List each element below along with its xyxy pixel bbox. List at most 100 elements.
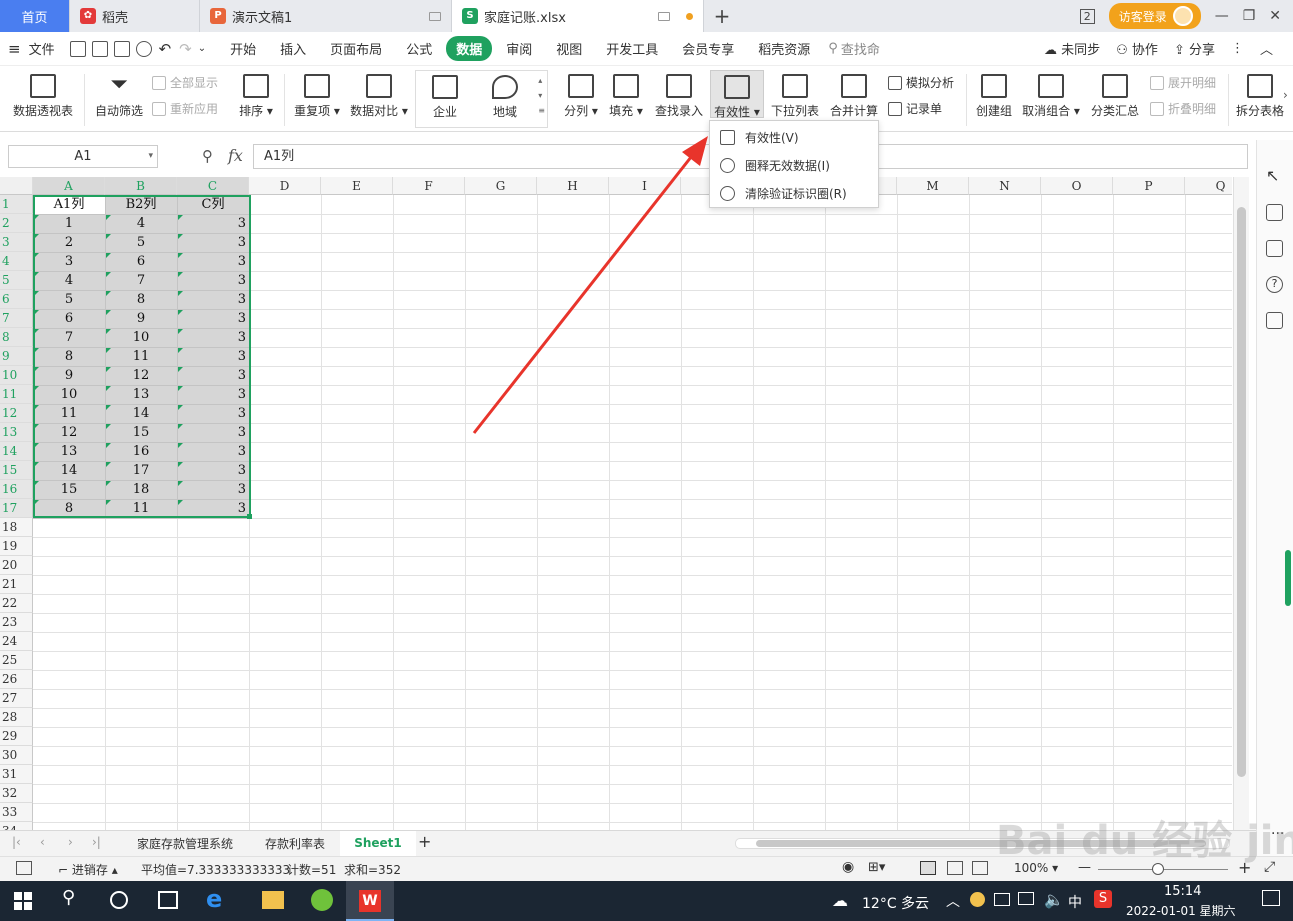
- collaborate-button[interactable]: ⚇ 协作: [1116, 39, 1158, 58]
- vertical-scroll-thumb[interactable]: [1237, 207, 1246, 777]
- normal-view-icon[interactable]: [920, 861, 936, 875]
- minimize-icon[interactable]: —: [1215, 8, 1229, 24]
- split-table-button[interactable]: 拆分表格: [1236, 74, 1284, 119]
- help-icon[interactable]: ?: [1266, 276, 1283, 293]
- row-header-2[interactable]: 2: [0, 214, 33, 233]
- name-box[interactable]: A1 ▾: [8, 145, 158, 168]
- row-header-15[interactable]: 15: [0, 461, 33, 480]
- menu-item-clear-circles[interactable]: 清除验证标识圈(R): [710, 179, 878, 207]
- menu-developer[interactable]: 开发工具: [596, 36, 668, 61]
- autofilter-button[interactable]: ⏷ 自动筛选: [93, 74, 145, 119]
- page-break-view-icon[interactable]: [972, 861, 988, 875]
- row-header-13[interactable]: 13: [0, 423, 33, 442]
- network-icon[interactable]: [1018, 892, 1034, 905]
- enterprise-button[interactable]: 企业: [430, 75, 460, 120]
- windows-start-icon[interactable]: [14, 892, 32, 910]
- zoom-in-icon[interactable]: +: [1238, 858, 1251, 877]
- more-options-icon[interactable]: ···: [1271, 826, 1284, 842]
- lookup-entry-button[interactable]: 查找录入: [654, 74, 704, 119]
- column-header-h[interactable]: H: [537, 177, 609, 195]
- select-cursor-icon[interactable]: ↖: [1266, 168, 1283, 185]
- print-preview-icon[interactable]: [135, 40, 152, 57]
- ribbon-scroll-right-icon[interactable]: ›: [1283, 88, 1288, 102]
- menu-page-layout[interactable]: 页面布局: [320, 36, 392, 61]
- validity-button[interactable]: 有效性 ▾: [710, 70, 764, 119]
- collapse-ribbon-icon[interactable]: ︿: [1260, 39, 1273, 58]
- row-header-33[interactable]: 33: [0, 803, 33, 822]
- column-header-a[interactable]: A: [33, 177, 105, 195]
- sheet-tab-rates[interactable]: 存款利率表: [265, 835, 325, 852]
- last-sheet-icon[interactable]: ›|: [92, 835, 101, 849]
- menu-file[interactable]: 文件: [27, 36, 65, 61]
- file-explorer-icon[interactable]: [262, 891, 284, 909]
- window-pin-icon[interactable]: [658, 11, 670, 21]
- guest-login-button[interactable]: 访客登录: [1108, 3, 1201, 29]
- function-icon[interactable]: fx: [228, 146, 243, 165]
- scroll-slider[interactable]: [1285, 550, 1291, 606]
- fill-handle[interactable]: [247, 514, 252, 519]
- next-sheet-icon[interactable]: ›: [68, 835, 73, 849]
- menu-item-circle-invalid[interactable]: 圈释无效数据(I): [710, 151, 878, 179]
- data-compare-button[interactable]: 数据对比 ▾: [350, 74, 408, 119]
- select-all-corner[interactable]: [0, 177, 33, 195]
- column-header-q[interactable]: Q: [1185, 177, 1232, 195]
- hamburger-icon[interactable]: ≡: [8, 40, 21, 58]
- column-header-c[interactable]: C: [177, 177, 249, 195]
- zoom-slider-thumb[interactable]: [1152, 863, 1164, 875]
- vertical-scrollbar[interactable]: [1233, 177, 1249, 830]
- duplicates-button[interactable]: 重复项 ▾: [293, 74, 341, 119]
- adjust-icon[interactable]: [1266, 204, 1283, 221]
- row-header-20[interactable]: 20: [0, 556, 33, 575]
- search-icon[interactable]: ⚲: [62, 887, 86, 911]
- share-button[interactable]: ⇪ 分享: [1174, 39, 1215, 58]
- spreadsheet-grid[interactable]: ABCDEFGHIJKLMNOPQ 1234567891011121314151…: [0, 177, 1232, 830]
- 360-security-icon[interactable]: [311, 889, 333, 911]
- menu-docer-resources[interactable]: 稻壳资源: [748, 36, 820, 61]
- inventory-button[interactable]: ⌐ 进销存 ▴: [58, 861, 118, 878]
- menu-start[interactable]: 开始: [220, 36, 266, 61]
- show-all-button[interactable]: 全部显示: [152, 74, 218, 91]
- tab-presentation[interactable]: P 演示文稿1: [200, 0, 452, 32]
- row-header-28[interactable]: 28: [0, 708, 33, 727]
- row-header-11[interactable]: 11: [0, 385, 33, 404]
- task-view-icon[interactable]: [158, 891, 178, 909]
- horizontal-scroll-thumb[interactable]: [756, 840, 1206, 847]
- row-header-14[interactable]: 14: [0, 442, 33, 461]
- menu-item-validity[interactable]: 有效性(V): [710, 123, 878, 151]
- split-column-button[interactable]: 分列 ▾: [564, 74, 598, 119]
- row-header-18[interactable]: 18: [0, 518, 33, 537]
- fill-button[interactable]: 填充 ▾: [609, 74, 643, 119]
- row-header-19[interactable]: 19: [0, 537, 33, 556]
- row-header-12[interactable]: 12: [0, 404, 33, 423]
- column-header-b[interactable]: B: [105, 177, 177, 195]
- zoom-out-icon[interactable]: —: [1078, 860, 1091, 875]
- print-icon[interactable]: [113, 40, 130, 57]
- dropdown-list-button[interactable]: 下拉列表: [770, 74, 820, 119]
- prev-sheet-icon[interactable]: ‹: [40, 835, 45, 849]
- row-header-10[interactable]: 10: [0, 366, 33, 385]
- tab-spreadsheet[interactable]: S 家庭记账.xlsx: [452, 0, 704, 32]
- menu-data[interactable]: 数据: [446, 36, 493, 61]
- row-header-4[interactable]: 4: [0, 252, 33, 271]
- backup-icon[interactable]: [1266, 312, 1283, 329]
- fullscreen-icon[interactable]: ⤢: [1264, 859, 1275, 875]
- ungroup-button[interactable]: 取消组合 ▾: [1022, 74, 1080, 119]
- consolidate-button[interactable]: 合并计算: [829, 74, 879, 119]
- row-header-17[interactable]: 17: [0, 499, 33, 518]
- reapply-button[interactable]: 重新应用: [152, 100, 218, 117]
- row-header-8[interactable]: 8: [0, 328, 33, 347]
- taskbar-date[interactable]: 2022-01-01 星期六: [1126, 902, 1236, 919]
- taskbar-time[interactable]: 15:14: [1164, 884, 1201, 899]
- volume-icon[interactable]: 🔈: [1044, 890, 1064, 909]
- menu-member[interactable]: 会员专享: [672, 36, 744, 61]
- column-header-g[interactable]: G: [465, 177, 537, 195]
- column-header-p[interactable]: P: [1113, 177, 1185, 195]
- row-header-25[interactable]: 25: [0, 651, 33, 670]
- row-header-26[interactable]: 26: [0, 670, 33, 689]
- tab-docer[interactable]: ✿ 稻壳: [70, 0, 200, 32]
- add-sheet-button[interactable]: +: [418, 832, 431, 851]
- menu-insert[interactable]: 插入: [270, 36, 316, 61]
- record-form-button[interactable]: 记录单: [888, 100, 942, 117]
- row-header-7[interactable]: 7: [0, 309, 33, 328]
- window-count-badge[interactable]: 2: [1079, 8, 1095, 24]
